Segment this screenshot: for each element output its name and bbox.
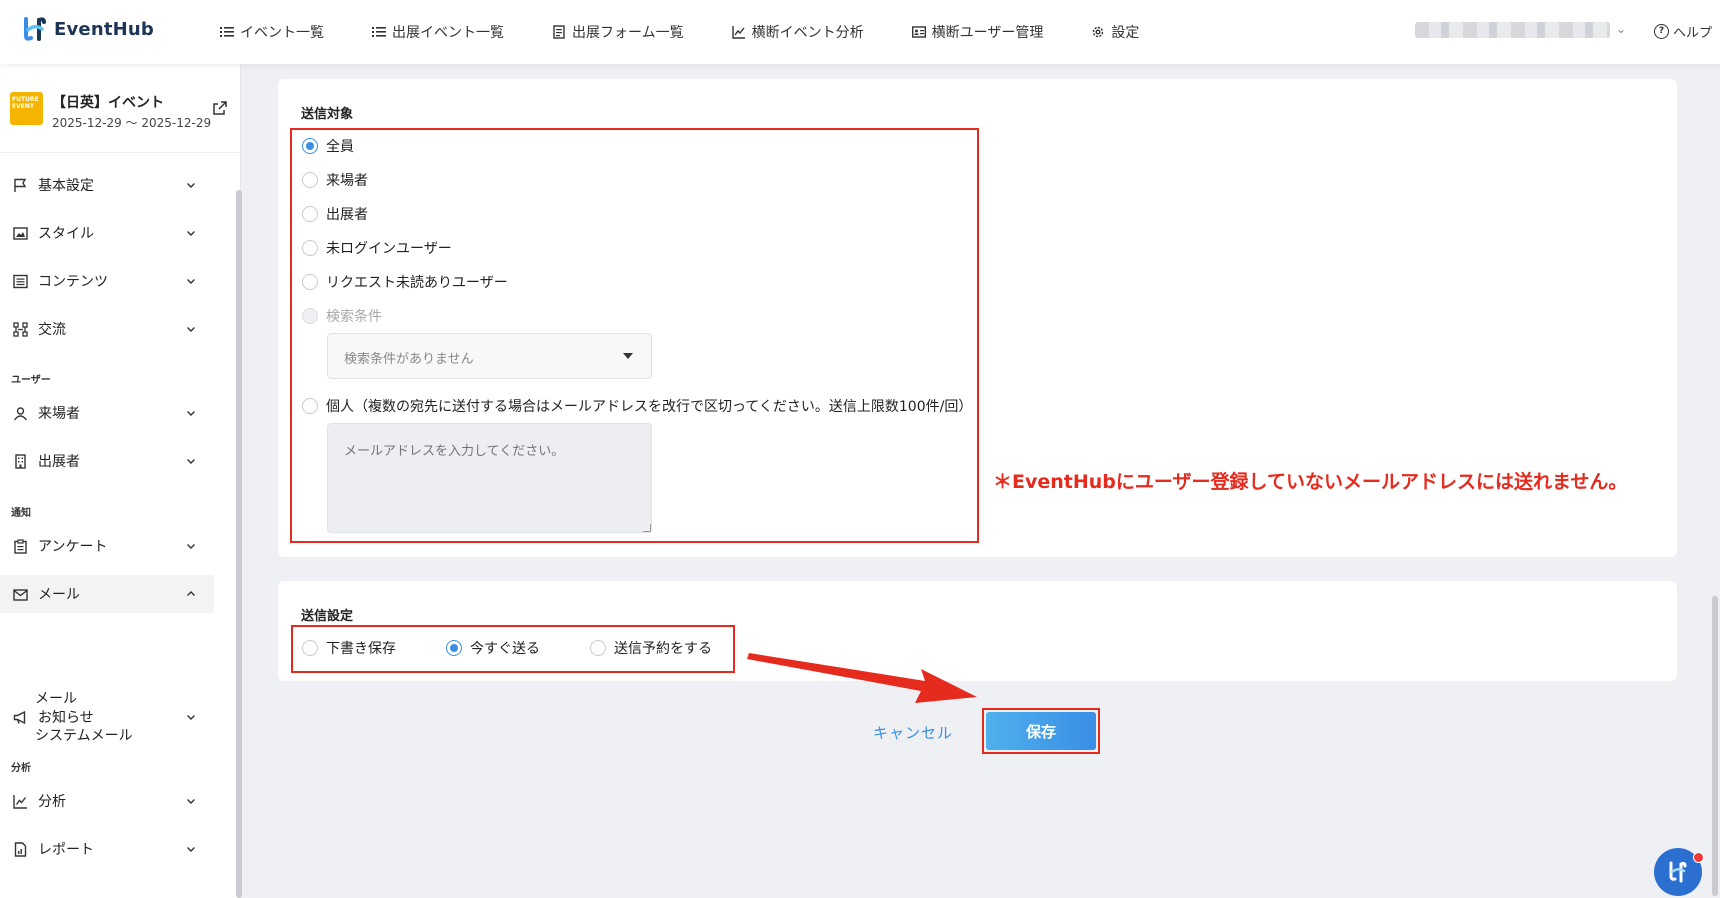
building-icon bbox=[15, 453, 26, 469]
flag-icon bbox=[14, 178, 27, 192]
list-box-icon bbox=[13, 274, 28, 288]
sidebar-item-label: 基本設定 bbox=[38, 178, 94, 194]
main-scrollbar[interactable] bbox=[1712, 596, 1718, 896]
event-dates: 2025-12-29 ～ 2025-12-29 bbox=[52, 116, 212, 130]
help-icon: ? bbox=[1654, 24, 1669, 39]
chevron-down-icon bbox=[187, 183, 195, 188]
section-label-notice: 通知 bbox=[11, 508, 31, 519]
mail-icon bbox=[13, 588, 28, 601]
id-card-icon bbox=[911, 26, 926, 38]
event-name: 【日英】イベント bbox=[52, 95, 164, 111]
section-label-analysis: 分析 bbox=[11, 763, 31, 774]
sidebar-item-label: 出展者 bbox=[38, 454, 80, 470]
sidebar-item-report[interactable]: レポート bbox=[0, 830, 214, 868]
sidebar-item-mail[interactable]: メール bbox=[0, 575, 214, 613]
sidebar-item-label: コンテンツ bbox=[38, 274, 108, 290]
nav-label: 横断イベント分析 bbox=[751, 25, 864, 41]
sidebar-item-label: アンケート bbox=[38, 539, 108, 555]
chart-icon bbox=[13, 794, 27, 809]
chevron-down-icon bbox=[187, 715, 195, 720]
sidebar-item-exhibitors[interactable]: 出展者 bbox=[0, 442, 214, 480]
image-icon bbox=[13, 226, 28, 240]
list-icon bbox=[220, 27, 234, 37]
list-icon bbox=[372, 27, 386, 37]
annotation-box-send-settings bbox=[291, 625, 735, 673]
app-name: EventHub bbox=[54, 18, 155, 40]
chart-icon bbox=[731, 26, 745, 39]
nav-cross-event-analysis[interactable]: 横断イベント分析 bbox=[731, 22, 864, 42]
sidebar: FUTURE EVENT 【日英】イベント 2025-12-29 ～ 2025-… bbox=[0, 64, 241, 898]
eventhub-logo-icon bbox=[24, 17, 46, 41]
sidebar-item-label: レポート bbox=[38, 842, 94, 858]
top-navigation: EventHub イベント一覧 出展イベント一覧 出展フォーム一覧 横断イベント… bbox=[0, 0, 1720, 64]
notification-dot bbox=[1693, 852, 1704, 863]
nav-label: イベント一覧 bbox=[240, 25, 324, 41]
sidebar-scrollbar[interactable] bbox=[236, 190, 242, 898]
divider bbox=[0, 152, 240, 153]
help-link[interactable]: ? ヘルプ bbox=[1654, 22, 1712, 41]
cancel-button[interactable]: キャンセル bbox=[873, 722, 953, 743]
recipients-title: 送信対象 bbox=[301, 107, 354, 122]
user-icon bbox=[13, 406, 28, 420]
event-card: FUTURE EVENT 【日英】イベント 2025-12-29 ～ 2025-… bbox=[10, 92, 230, 144]
clipboard-icon bbox=[14, 538, 27, 554]
user-account-name[interactable] bbox=[1415, 22, 1610, 38]
sidebar-item-label: 分析 bbox=[38, 794, 66, 810]
network-icon bbox=[13, 321, 28, 337]
sidebar-item-label: スタイル bbox=[38, 226, 94, 242]
report-icon bbox=[14, 841, 27, 857]
sidebar-item-basic-settings[interactable]: 基本設定 bbox=[0, 166, 214, 204]
sidebar-item-contents[interactable]: コンテンツ bbox=[0, 262, 214, 300]
annotation-arrow-icon bbox=[747, 653, 977, 703]
sidebar-item-label: お知らせ bbox=[38, 710, 94, 726]
annotation-box-save bbox=[982, 708, 1100, 754]
main-nav: イベント一覧 出展イベント一覧 出展フォーム一覧 横断イベント分析 横断ユーザー… bbox=[220, 0, 1187, 64]
sidebar-item-label: メール bbox=[38, 587, 80, 603]
sidebar-item-visitors[interactable]: 来場者 bbox=[0, 394, 214, 432]
sidebar-item-analytics[interactable]: 分析 bbox=[0, 782, 214, 820]
form-icon bbox=[553, 25, 565, 39]
chevron-up-icon bbox=[187, 591, 195, 596]
chevron-down-icon[interactable]: ⌄ bbox=[1616, 22, 1626, 36]
nav-exhibit-event-list[interactable]: 出展イベント一覧 bbox=[372, 22, 504, 42]
nav-label: 出展フォーム一覧 bbox=[572, 25, 684, 41]
nav-label: 横断ユーザー管理 bbox=[931, 25, 1044, 41]
nav-label: 設定 bbox=[1111, 25, 1140, 41]
nav-label: 出展イベント一覧 bbox=[392, 25, 504, 41]
sidebar-item-label: 交流 bbox=[38, 322, 66, 338]
chat-icon bbox=[1669, 861, 1687, 883]
chevron-down-icon bbox=[187, 544, 195, 549]
chevron-down-icon bbox=[187, 279, 195, 284]
sidebar-item-survey[interactable]: アンケート bbox=[0, 527, 214, 565]
chevron-down-icon bbox=[187, 799, 195, 804]
chevron-down-icon bbox=[187, 327, 195, 332]
event-thumbnail: FUTURE EVENT bbox=[10, 92, 43, 125]
logo[interactable]: EventHub bbox=[22, 16, 154, 42]
annotation-note: ＊EventHubにユーザー登録していないメールアドレスには送れません。 bbox=[993, 471, 1628, 493]
help-label: ヘルプ bbox=[1673, 26, 1713, 41]
external-link-icon[interactable] bbox=[212, 100, 228, 116]
gear-icon bbox=[1093, 26, 1104, 38]
chevron-down-icon bbox=[187, 231, 195, 236]
nav-cross-user-management[interactable]: 横断ユーザー管理 bbox=[911, 22, 1044, 42]
megaphone-icon bbox=[13, 710, 26, 724]
sidebar-item-label: 来場者 bbox=[38, 406, 80, 422]
sidebar-item-style[interactable]: スタイル bbox=[0, 214, 214, 252]
send-settings-title: 送信設定 bbox=[301, 609, 354, 624]
sidebar-item-news[interactable]: お知らせ bbox=[0, 698, 214, 736]
nav-event-list[interactable]: イベント一覧 bbox=[220, 22, 324, 42]
annotation-box-recipients bbox=[290, 128, 979, 543]
nav-exhibit-form-list[interactable]: 出展フォーム一覧 bbox=[552, 22, 684, 42]
chevron-down-icon bbox=[187, 847, 195, 852]
chevron-down-icon bbox=[187, 411, 195, 416]
nav-settings[interactable]: 設定 bbox=[1091, 22, 1139, 42]
section-label-user: ユーザー bbox=[11, 375, 51, 386]
sidebar-item-networking[interactable]: 交流 bbox=[0, 310, 214, 348]
chevron-down-icon bbox=[187, 459, 195, 464]
